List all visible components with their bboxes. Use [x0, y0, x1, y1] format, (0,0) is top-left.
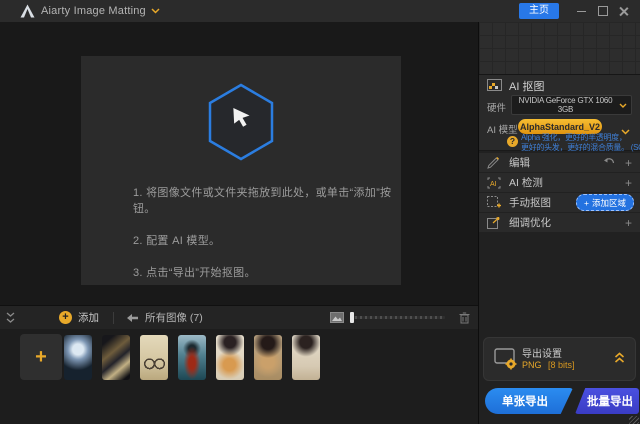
maximize-button[interactable]: [592, 2, 613, 20]
fine-tune-icon: [487, 216, 501, 229]
export-format-value: PNG: [522, 360, 542, 370]
model-description-line1: Alpha 强化，更好的半透明度，: [521, 133, 627, 142]
model-dropdown[interactable]: AlphaStandard_V2: [518, 119, 602, 134]
main-canvas: 1. 将图像文件或文件夹拖放到此处，或单击“添加”按钮。 2. 配置 AI 模型…: [0, 22, 478, 424]
hardware-value: NVIDIA GeForce GTX 1060 3GB: [518, 96, 613, 114]
section-fine-tune-label: 细调优化: [509, 217, 551, 229]
model-description-line2: 更好的头发，更好的混合质量。: [521, 142, 629, 152]
home-button[interactable]: 主页: [519, 3, 559, 19]
thumbnail-woman-bouquet[interactable]: [216, 335, 244, 380]
hardware-dropdown[interactable]: NVIDIA GeForce GTX 1060 3GB: [511, 95, 632, 115]
ai-matting-header: AI 抠图: [487, 78, 544, 94]
instruction-step-2: 2. 配置 AI 模型。: [133, 235, 221, 247]
toolbar-right-group: [330, 312, 470, 324]
manual-matting-icon: [487, 196, 501, 209]
title-dropdown-chevron-icon[interactable]: [151, 8, 160, 14]
dropzone-instructions: 1. 将图像文件或文件夹拖放到此处，或单击“添加”按钮。 2. 配置 AI 模型…: [133, 184, 401, 296]
export-settings-panel: 导出设置 PNG [8 bits]: [483, 337, 636, 381]
single-export-button[interactable]: 单张导出: [485, 388, 573, 414]
collapse-panel-icon[interactable]: [6, 312, 15, 323]
add-images-button[interactable]: +: [59, 311, 72, 324]
batch-export-button[interactable]: 批量导出: [575, 388, 639, 414]
thumbnail-size-icon: [330, 312, 344, 323]
thumbnail-strip: +: [0, 329, 478, 424]
window-controls: [571, 2, 634, 20]
minimize-icon: [577, 10, 586, 12]
section-edit[interactable]: 编辑 +: [479, 153, 640, 172]
section-manual-matting[interactable]: 手动抠图 + 添加区域: [479, 193, 640, 212]
add-image-tile[interactable]: +: [20, 334, 62, 380]
expand-edit-icon[interactable]: +: [625, 157, 632, 169]
add-region-button[interactable]: + 添加区域: [576, 194, 634, 211]
export-settings-label: 导出设置: [522, 349, 562, 360]
export-settings-icon: [494, 348, 518, 375]
section-manual-matting-label: 手动抠图: [509, 197, 551, 209]
chevron-down-icon: [619, 103, 627, 108]
thumbnail-woman-gold-floral[interactable]: [254, 335, 282, 380]
instruction-step-1: 1. 将图像文件或文件夹拖放到此处，或单击“添加”按钮。: [133, 187, 392, 215]
plus-icon: +: [584, 197, 589, 208]
drop-zone[interactable]: 1. 将图像文件或文件夹拖放到此处，或单击“添加”按钮。 2. 配置 AI 模型…: [81, 56, 401, 285]
undo-icon[interactable]: [603, 154, 615, 172]
back-arrow-icon[interactable]: [126, 313, 139, 323]
thumbnail-toolbar: + 添加 所有图像 (7): [0, 305, 478, 330]
section-edit-label: 编辑: [509, 157, 530, 169]
svg-text:AI: AI: [490, 181, 497, 188]
thumbnail-woman-cream-floral[interactable]: [292, 335, 320, 380]
section-ai-detect-label: AI 检测: [509, 177, 543, 189]
export-bit-depth: [8 bits]: [548, 360, 575, 370]
ai-matting-icon: [487, 78, 502, 94]
delete-image-icon[interactable]: [459, 312, 470, 324]
help-icon[interactable]: ?: [507, 136, 518, 147]
ai-detect-icon: AI: [487, 177, 501, 189]
all-images-filter[interactable]: 所有图像 (7): [145, 310, 203, 325]
ai-matting-section: AI 抠图 硬件 NVIDIA GeForce GTX 1060 3GB AI …: [479, 75, 640, 152]
instruction-step-3: 3. 点击“导出”开始抠图。: [133, 267, 256, 279]
expand-fine-tune-icon[interactable]: +: [625, 217, 632, 229]
add-region-label: 添加区域: [591, 197, 626, 208]
toolbar-divider: [113, 311, 114, 324]
export-format: PNG [8 bits]: [522, 360, 575, 370]
section-ai-detect[interactable]: AI AI 检测 +: [479, 173, 640, 192]
model-description-tag: (SOTA): [630, 142, 640, 152]
model-description: Alpha 强化，更好的半透明度， 更好的头发，更好的混合质量。 (SOTA): [521, 133, 640, 152]
close-button[interactable]: [613, 2, 634, 20]
thumbnail-dark-abstract[interactable]: [102, 335, 130, 380]
app-window: Aiarty Image Matting 主页 1. 将图像文件或文件夹拖放到此…: [0, 0, 640, 424]
thumbnail-size-slider[interactable]: [350, 312, 445, 323]
sidebar: AI 抠图 硬件 NVIDIA GeForce GTX 1060 3GB AI …: [478, 22, 640, 424]
app-title: Aiarty Image Matting: [41, 5, 146, 17]
maximize-icon: [597, 6, 608, 16]
double-chevron-up-icon[interactable]: [614, 351, 625, 369]
model-label: AI 模型: [487, 125, 518, 136]
app-logo-icon: [20, 4, 35, 18]
thumbnail-woman-red-dress[interactable]: [178, 335, 206, 380]
add-images-label[interactable]: 添加: [78, 310, 99, 325]
hardware-label: 硬件: [487, 103, 507, 114]
transparency-preview: [479, 22, 640, 75]
resize-grip[interactable]: [629, 416, 639, 424]
slider-handle[interactable]: [350, 312, 354, 323]
hexagon-cursor-icon: [205, 82, 277, 162]
ai-matting-title: AI 抠图: [509, 81, 545, 93]
expand-ai-detect-icon[interactable]: +: [625, 177, 632, 189]
thumbnail-bicycle[interactable]: [140, 335, 168, 380]
edit-pencil-icon: [487, 156, 501, 169]
close-icon: [619, 6, 629, 16]
minimize-button[interactable]: [571, 2, 592, 20]
titlebar: Aiarty Image Matting 主页: [0, 0, 640, 23]
thumbnail-jellyfish[interactable]: [64, 335, 92, 380]
section-fine-tune[interactable]: 细调优化 +: [479, 213, 640, 232]
